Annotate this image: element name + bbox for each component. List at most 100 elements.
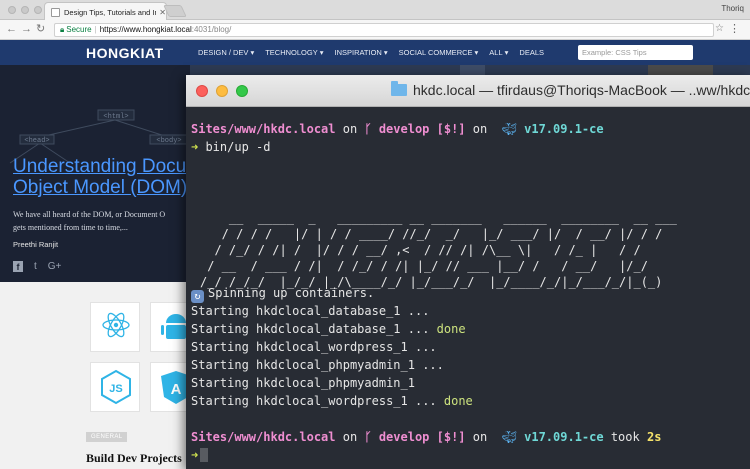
prompt-on: on	[335, 430, 365, 444]
browser-menu-icon[interactable]: ⋮	[729, 22, 740, 35]
terminal-output: Sites/www/hkdc.local on ᚴ develop [$!] o…	[191, 120, 746, 156]
article-list: JS A GENERAL Build Dev Projects	[0, 282, 200, 469]
output-line: Starting hkdclocal_wordpress_1 ...	[191, 338, 746, 356]
start-text: Starting hkdclocal_phpmyadmin_1	[191, 376, 415, 390]
chevron-down-icon: ▾	[250, 48, 255, 57]
spinning-text: Spinning up containers.	[208, 286, 375, 300]
docker-whale-icon: 🐳︎	[494, 122, 517, 136]
article-excerpt-line1: We have all heard of the DOM, or Documen…	[13, 210, 166, 219]
prompt-on: on	[465, 430, 495, 444]
nav-item-inspiration[interactable]: INSPIRATION ▾	[334, 48, 387, 57]
section-title[interactable]: Build Dev Projects	[86, 451, 182, 466]
prompt-duration: 2s	[646, 430, 662, 444]
minimize-icon[interactable]	[21, 6, 29, 14]
site-nav-menu: DESIGN / DEV ▾ TECHNOLOGY ▾ INSPIRATION ▾ S…	[198, 48, 544, 57]
svg-text:A: A	[171, 381, 182, 398]
site-search-input[interactable]: Example: CSS Tips	[578, 45, 693, 60]
output-line: Starting hkdclocal_phpmyadmin_1 ...	[191, 356, 746, 374]
chevron-down-icon: ▾	[504, 48, 509, 57]
url-path: :4031/blog/	[191, 25, 232, 34]
prompt-git-status: [$!]	[429, 122, 466, 136]
chevron-down-icon: ▾	[383, 48, 388, 57]
react-card[interactable]	[90, 302, 140, 352]
article-excerpt: We have all heard of the DOM, or Documen…	[13, 208, 165, 234]
site-navbar: HONGKIAT DESIGN / DEV ▾ TECHNOLOGY ▾ INSPI…	[0, 40, 750, 65]
output-line: Starting hkdclocal_database_1 ... done	[191, 320, 746, 338]
article-title-line2[interactable]: Object Model (DOM) in	[13, 177, 190, 198]
page-favicon-icon	[51, 7, 60, 17]
url-bar[interactable]: 🔒︎ Secure | https://www.hongkiat.local:4031…	[54, 23, 714, 37]
chevron-down-icon: ▾	[474, 48, 479, 57]
command-text: bin/up -d	[205, 140, 271, 154]
address-toolbar: ← → ↻ 🔒︎ Secure | https://www.hongkiat.loca…	[0, 20, 750, 40]
prompt-on: on	[465, 122, 495, 136]
back-arrow-icon[interactable]: ←	[6, 23, 17, 36]
nav-item-label: INSPIRATION	[334, 48, 382, 57]
tree-label-html: <html>	[103, 113, 128, 121]
start-text: Starting hkdclocal_wordpress_1 ...	[191, 394, 444, 408]
dom-tree-illustration: <html> <head> <body>	[9, 109, 189, 164]
article-title-line1[interactable]: Understanding Docum	[13, 156, 190, 177]
browser-window-controls	[8, 6, 42, 14]
start-text: Starting hkdclocal_phpmyadmin_1 ...	[191, 358, 444, 372]
prompt-git-status: [$!]	[429, 430, 466, 444]
terminal-window[interactable]: hkdc.local — tfirdaus@Thoriqs-MacBook — …	[186, 75, 750, 469]
done-text: done	[443, 394, 473, 408]
bookmark-star-icon[interactable]: ☆	[715, 23, 724, 34]
prompt-arrow-icon: ➜	[191, 448, 199, 462]
forward-arrow-icon[interactable]: →	[21, 23, 32, 36]
reload-icon[interactable]: ↻	[36, 23, 45, 36]
tree-label-head: <head>	[24, 137, 49, 145]
prompt-path: Sites/www/hkdc.local	[191, 430, 336, 444]
nav-item-technology[interactable]: TECHNOLOGY ▾	[265, 48, 323, 57]
svg-text:JS: JS	[109, 383, 122, 395]
profile-name[interactable]: Thoriq	[721, 4, 744, 13]
zoom-icon[interactable]	[236, 85, 248, 97]
nav-item-deals[interactable]: DEALS	[519, 48, 544, 57]
nodejs-card[interactable]: JS	[90, 362, 140, 412]
prompt-docker-version: v17.09.1-ce	[516, 122, 604, 136]
nav-item-all[interactable]: ALL ▾	[489, 48, 508, 57]
article-title-link[interactable]: Understanding Docum Object Model (DOM) in	[13, 156, 190, 198]
terminal-title: hkdc.local — tfirdaus@Thoriqs-MacBook — …	[413, 82, 750, 98]
facebook-icon[interactable]: f	[13, 261, 23, 272]
site-logo[interactable]: HONGKIAT	[86, 45, 164, 61]
prompt-on: on	[335, 122, 365, 136]
prompt-arrow-icon: ➜	[191, 140, 206, 154]
article-author[interactable]: Preethi Ranjit	[13, 240, 58, 249]
git-branch-icon: ᚴ	[364, 122, 372, 136]
prompt-took: took	[603, 430, 647, 444]
share-buttons: f t G+	[13, 261, 61, 272]
zoom-icon[interactable]	[34, 6, 42, 14]
nav-item-label: DEALS	[519, 48, 545, 57]
featured-article: <html> <head> <body> Understanding Docum…	[0, 65, 190, 282]
chevron-down-icon: ▾	[319, 48, 324, 57]
lock-icon: 🔒︎	[60, 25, 65, 34]
git-branch-icon: ᚴ	[364, 430, 372, 444]
screen: Design Tips, Tutorials and Insp ✕ Thoriq…	[0, 0, 750, 469]
twitter-icon[interactable]: t	[34, 261, 37, 272]
nav-item-label: DESIGN / DEV	[198, 48, 249, 57]
start-text: Starting hkdclocal_database_1 ...	[191, 322, 437, 336]
prompt-path: Sites/www/hkdc.local	[191, 122, 336, 136]
google-plus-icon[interactable]: G+	[48, 261, 62, 272]
output-line: Starting hkdclocal_database_1 ...	[191, 302, 746, 320]
prompt-branch: develop	[371, 430, 430, 444]
close-icon[interactable]	[196, 85, 208, 97]
prompt-line: Sites/www/hkdc.local on ᚴ develop [$!] o…	[191, 428, 746, 446]
browser-tab-bar: Design Tips, Tutorials and Insp ✕ Thoriq	[0, 0, 750, 21]
close-icon[interactable]	[8, 6, 16, 14]
category-tag[interactable]: GENERAL	[86, 432, 128, 442]
terminal-cursor	[200, 448, 209, 462]
command-line[interactable]: ➜	[191, 446, 746, 464]
prompt-line: Sites/www/hkdc.local on ᚴ develop [$!] o…	[191, 120, 746, 138]
browser-tab[interactable]: Design Tips, Tutorials and Insp ✕	[44, 2, 167, 21]
terminal-titlebar[interactable]: hkdc.local — tfirdaus@Thoriqs-MacBook — …	[186, 75, 750, 107]
output-line: ↻ Spinning up containers.	[191, 284, 746, 303]
ascii-art-banner: __ _____ _ _________ __ _______ ______ _…	[200, 211, 677, 289]
nav-item-design-dev[interactable]: DESIGN / DEV ▾	[198, 48, 254, 57]
url-host: https://www.hongkiat.local	[99, 25, 192, 34]
nav-item-social-commerce[interactable]: SOCIAL COMMERCE ▾	[399, 48, 479, 57]
done-text: done	[436, 322, 466, 336]
minimize-icon[interactable]	[216, 85, 228, 97]
